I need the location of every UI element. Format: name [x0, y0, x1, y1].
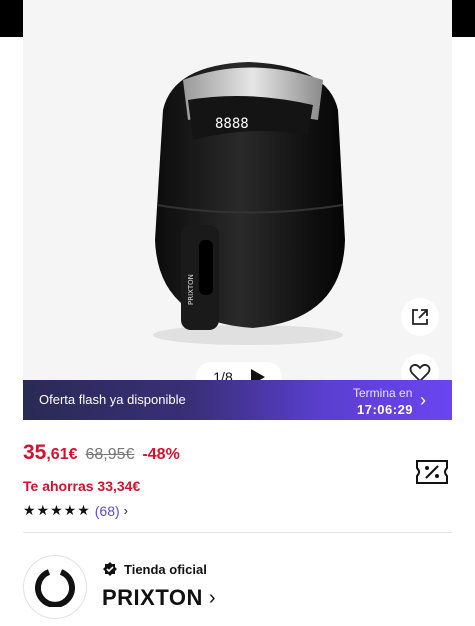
chevron-right-icon: › [123, 503, 129, 518]
current-price: 35,61€ [23, 441, 78, 465]
price-integer: 35 [23, 441, 47, 464]
heart-icon [409, 363, 431, 380]
chevron-right-icon: › [208, 586, 217, 609]
gallery-pager[interactable]: 1/8 [196, 362, 282, 380]
flash-timer: 17:06:29 [357, 402, 414, 417]
store-name: PRIXTON [102, 585, 203, 610]
flash-ends-label: Termina en [353, 386, 413, 400]
savings-text: Te ahorras 33,34€ [23, 478, 141, 494]
svg-text:PRIXTON: PRIXTON [187, 274, 195, 305]
section-divider [23, 532, 452, 533]
official-store-badge: Tienda oficial [102, 561, 207, 577]
official-store-label: Tienda oficial [124, 561, 207, 577]
share-button[interactable] [401, 298, 439, 336]
price-row: 35,61€ 68,95€ -48% [23, 441, 180, 465]
top-left-black-bar [0, 0, 23, 37]
pager-text: 1/8 [213, 369, 233, 380]
rating-row[interactable]: ★★★★★ (68) › [23, 502, 128, 519]
star-rating: ★★★★★ [23, 502, 91, 518]
review-count[interactable]: (68) [95, 503, 120, 519]
play-icon[interactable] [250, 369, 265, 380]
flash-label: Oferta flash ya disponible [39, 392, 186, 407]
chevron-right-icon: › [420, 390, 426, 410]
like-button[interactable] [401, 354, 439, 380]
air-fryer-image: 8888 PRIXTON [153, 62, 345, 345]
price-decimals: ,61€ [46, 446, 78, 463]
prixton-logo-icon [35, 569, 75, 607]
coupon-icon[interactable] [415, 457, 449, 487]
external-link-icon [412, 309, 428, 325]
discount-badge: -48% [142, 446, 180, 463]
flash-sale-banner[interactable]: Oferta flash ya disponible Termina en 17… [23, 380, 452, 420]
original-price: 68,95€ [85, 446, 135, 463]
svg-text:8888: 8888 [215, 116, 249, 132]
product-gallery[interactable]: 8888 PRIXTON 1/8 [23, 0, 452, 380]
store-logo[interactable] [23, 555, 87, 619]
top-right-black-bar [452, 0, 475, 37]
store-name-link[interactable]: PRIXTON › [102, 585, 216, 611]
verified-badge-icon [103, 562, 117, 576]
